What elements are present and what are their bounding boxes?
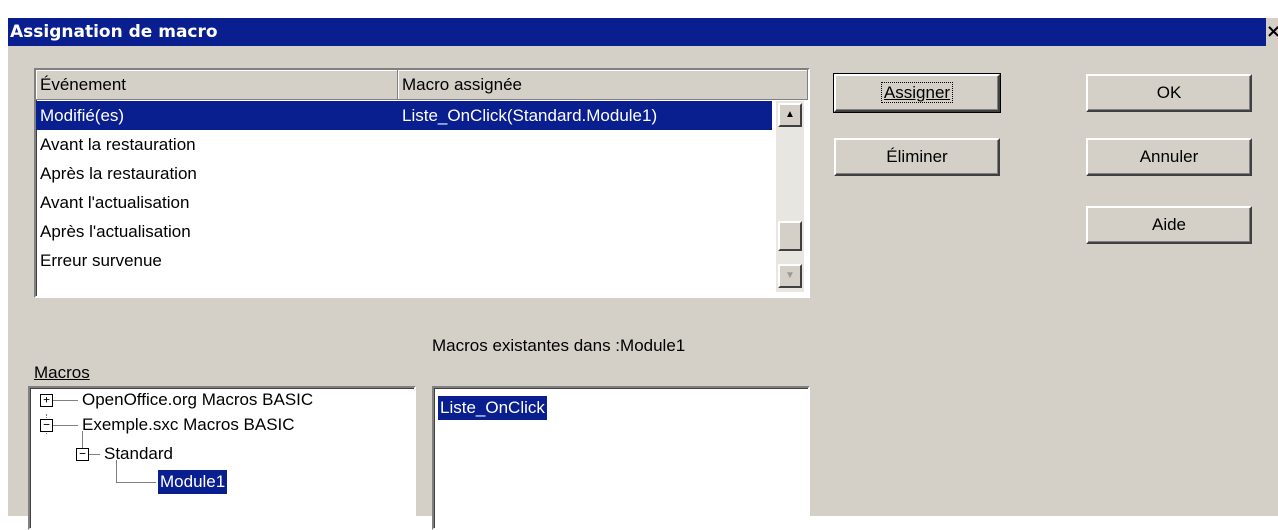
event-cell: Après la restauration [40, 164, 197, 183]
column-header-event[interactable]: Événement [36, 70, 398, 100]
event-cell: Avant la restauration [40, 135, 196, 154]
tree-item-exemple[interactable]: Exemple.sxc Macros BASIC [82, 413, 295, 437]
tree-connector [88, 454, 100, 455]
table-row[interactable]: Après l'actualisation [36, 217, 772, 246]
event-cell: Modifié(es) [40, 106, 125, 125]
title-bar: Assignation de macro [8, 18, 1266, 46]
collapse-icon[interactable]: − [40, 419, 53, 432]
help-label: Aide [1151, 215, 1187, 234]
tree-connector [116, 482, 156, 483]
remove-button[interactable]: Éliminer [834, 138, 1000, 176]
table-row[interactable]: Avant la restauration [36, 130, 772, 159]
close-button[interactable]: × [1266, 18, 1278, 46]
remove-label: Éliminer [886, 147, 948, 166]
existing-macros-list[interactable]: Liste_OnClick [432, 386, 810, 530]
cancel-button[interactable]: Annuler [1086, 138, 1252, 176]
expand-icon[interactable]: + [40, 394, 53, 407]
tree-item-standard[interactable]: Standard [104, 442, 173, 466]
events-table[interactable]: Événement Macro assignée Modifié(es) Lis… [34, 68, 810, 298]
event-cell: Après l'actualisation [40, 222, 191, 241]
tree-connector [52, 425, 78, 426]
assign-button[interactable]: Assigner [833, 73, 1001, 113]
vertical-scrollbar[interactable]: ▲ ▼ [776, 101, 804, 292]
event-cell: Erreur survenue [40, 251, 162, 270]
event-cell: Avant l'actualisation [40, 193, 190, 212]
help-button[interactable]: Aide [1086, 206, 1252, 244]
tree-connector [52, 400, 78, 401]
table-row[interactable]: Avant l'actualisation [36, 188, 772, 217]
dialog-title: Assignation de macro [10, 22, 218, 42]
macro-cell: Liste_OnClick(Standard.Module1) [402, 106, 658, 125]
ok-label: OK [1156, 83, 1182, 102]
macros-label: Macros [34, 363, 90, 383]
table-row[interactable]: Erreur survenue [36, 246, 772, 275]
collapse-icon[interactable]: − [76, 448, 89, 461]
assign-label: Assigner [883, 83, 951, 102]
ok-button[interactable]: OK [1086, 74, 1252, 112]
scroll-down-arrow-icon[interactable]: ▼ [778, 264, 802, 288]
scroll-up-arrow-icon[interactable]: ▲ [778, 103, 802, 127]
tree-item-module1[interactable]: Module1 [158, 470, 228, 494]
dialog-body: Événement Macro assignée Modifié(es) Lis… [8, 46, 1278, 530]
macro-library-tree[interactable]: + OpenOffice.org Macros BASIC − Exemple.… [28, 386, 416, 530]
cancel-label: Annuler [1139, 147, 1199, 166]
existing-macros-label: Macros existantes dans :Module1 [432, 336, 686, 355]
table-row[interactable]: Modifié(es) Liste_OnClick(Standard.Modul… [36, 101, 772, 130]
macros-label-text: Macros [34, 363, 90, 382]
table-row[interactable]: Après la restauration [36, 159, 772, 188]
scroll-thumb[interactable] [778, 221, 802, 251]
list-item[interactable]: Liste_OnClick [438, 396, 547, 420]
tree-item-openoffice[interactable]: OpenOffice.org Macros BASIC [82, 388, 313, 412]
column-header-macro[interactable]: Macro assignée [398, 70, 808, 100]
